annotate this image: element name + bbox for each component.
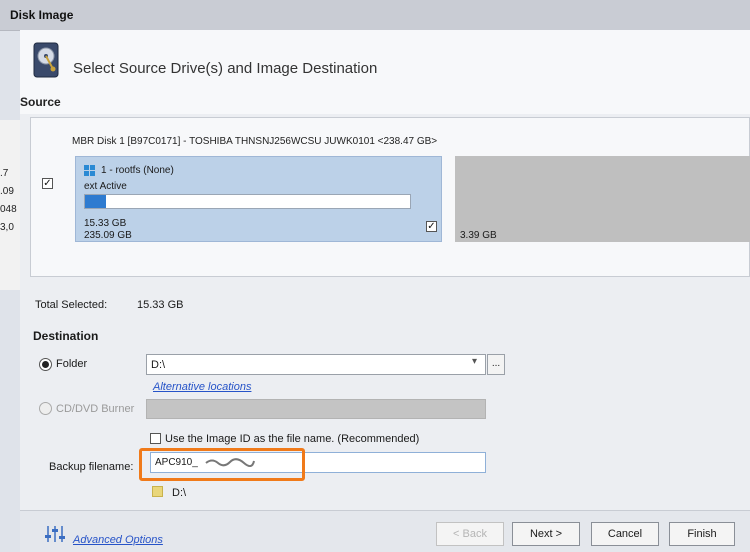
alternative-locations-link[interactable]: Alternative locations: [153, 381, 251, 393]
partition-total: 235.09 GB: [84, 230, 132, 241]
finish-button[interactable]: Finish: [669, 522, 735, 546]
partition-checkbox[interactable]: ✓: [426, 221, 437, 232]
title-bar: Disk Image: [0, 0, 750, 31]
partition-name: 1 - rootfs (None): [101, 165, 174, 176]
next-button[interactable]: Next >: [512, 522, 580, 546]
hard-disk-icon: [33, 42, 59, 78]
partition-used: 15.33 GB: [84, 218, 127, 229]
cd-combo[interactable]: [146, 399, 486, 419]
image-id-checkbox[interactable]: [150, 433, 161, 444]
total-selected-value: 15.33 GB: [137, 299, 184, 311]
folder-radio-dot: [42, 361, 49, 368]
cd-radio[interactable]: [39, 402, 52, 415]
disk-info: MBR Disk 1 [B97C0171] - TOSHIBA THNSNJ25…: [72, 136, 438, 147]
unallocated-size: 3.39 GB: [460, 230, 497, 241]
folder-path: D:\: [151, 359, 166, 371]
advanced-options-link[interactable]: Advanced Options: [73, 534, 163, 546]
source-label: Source: [20, 95, 61, 109]
destination-path: D:\: [172, 487, 187, 499]
usage-bar-fill: [85, 195, 106, 208]
sliders-icon: [45, 526, 65, 542]
folder-label: Folder: [56, 358, 88, 370]
background-text: .7: [0, 168, 9, 179]
backup-filename-label: Backup filename:: [49, 461, 134, 473]
window-title: Disk Image: [10, 8, 74, 22]
disk-checkbox[interactable]: ✓: [42, 178, 53, 189]
cd-label: CD/DVD Burner: [56, 403, 135, 415]
cancel-button[interactable]: Cancel: [591, 522, 659, 546]
back-button[interactable]: < Back: [436, 522, 504, 546]
unallocated-block: [455, 156, 750, 242]
windows-icon: [84, 165, 95, 176]
background-text: 3,0: [0, 222, 14, 233]
filename-highlight: [139, 448, 305, 481]
destination-label: Destination: [33, 329, 99, 343]
background-text: .09: [0, 186, 14, 197]
total-selected-label: Total Selected:: [35, 299, 108, 311]
background-text: 048: [0, 204, 17, 215]
partition-status: ext Active: [84, 181, 127, 192]
chevron-down-icon[interactable]: ▾: [472, 356, 477, 367]
folder-combo[interactable]: [146, 354, 486, 375]
page-title: Select Source Drive(s) and Image Destina…: [73, 60, 378, 77]
usage-bar: [84, 194, 411, 209]
image-id-label: Use the Image ID as the file name. (Reco…: [165, 433, 420, 445]
browse-button[interactable]: ...: [487, 354, 505, 375]
folder-icon: [152, 486, 163, 497]
